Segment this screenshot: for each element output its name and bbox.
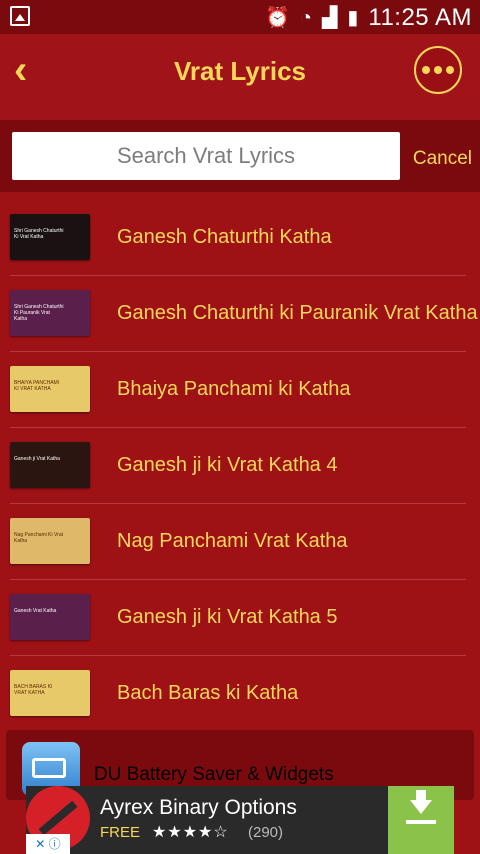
list-item-label: Ganesh Chaturthi Katha: [117, 226, 332, 248]
battery-icon: ▮: [347, 7, 359, 29]
thumbnail-text: BACH BARAS KI VRAT KATHA: [14, 684, 53, 696]
thumbnail-text: Nag Panchami Ki Vrat Katha: [14, 532, 64, 544]
cancel-button[interactable]: Cancel: [413, 148, 472, 170]
ad-card-text: DU Battery Saver & Widgets: [94, 764, 334, 785]
thumbnail-text: BHAIYA PANCHAMI KI VRAT KATHA: [14, 380, 60, 392]
status-bar: ⏰ ◔ ▟ ▮ 11:25 AM: [0, 0, 480, 34]
katha-thumbnail: Nag Panchami Ki Vrat Katha: [10, 518, 90, 564]
list-item[interactable]: Shri Ganesh Chaturthi Ki Vrat Katha Ganes…: [10, 200, 466, 276]
list-item[interactable]: Ganesh ji Vrat Katha Ganesh ji ki Vrat Ka…: [10, 428, 466, 504]
list-item[interactable]: BHAIYA PANCHAMI KI VRAT KATHA Bhaiya Panc…: [10, 352, 466, 428]
thumbnail-text: Ganesh Vrat Katha: [14, 608, 57, 614]
katha-list: Shri Ganesh Chaturthi Ki Vrat Katha Ganes…: [0, 200, 480, 732]
download-icon: [410, 800, 432, 814]
app-bar: ‹ Vrat Lyrics: [0, 34, 480, 120]
page-title: Vrat Lyrics: [173, 56, 306, 86]
list-item-label: Nag Panchami Vrat Katha: [117, 530, 348, 552]
banner-price: FREE: [100, 824, 141, 841]
list-item[interactable]: Shri Ganesh Chaturthi Ki Pauranik Vrat K…: [10, 276, 478, 352]
banner-title: Ayrex Binary Options: [100, 796, 297, 819]
download-button[interactable]: [388, 786, 454, 854]
thumbnail-text: Shri Ganesh Chaturthi Ki Vrat Katha: [14, 228, 64, 240]
search-input[interactable]: [12, 132, 400, 180]
thumbnail-text: Shri Ganesh Chaturthi Ki Pauranik Vrat K…: [14, 304, 64, 322]
katha-thumbnail: Ganesh ji Vrat Katha: [10, 442, 90, 488]
list-item-label: Bach Baras ki Katha: [117, 682, 299, 704]
search-bar: Cancel: [0, 120, 480, 192]
list-item[interactable]: Nag Panchami Ki Vrat Katha Nag Panchami V…: [10, 504, 466, 580]
alarm-icon: ⏰: [264, 7, 290, 29]
list-item-label: Ganesh ji ki Vrat Katha 5: [117, 606, 338, 628]
status-time: 11:25 AM: [368, 4, 472, 31]
image-icon: [10, 6, 30, 26]
list-item-label: Ganesh Chaturthi ki Pauranik Vrat Katha: [117, 302, 478, 324]
katha-thumbnail: Ganesh Vrat Katha: [10, 594, 90, 640]
adchoices-icon[interactable]: ✕ ⓘ: [26, 834, 70, 854]
banner-rating-count: (290): [248, 824, 284, 841]
more-options-button[interactable]: [414, 46, 462, 94]
katha-thumbnail: BHAIYA PANCHAMI KI VRAT KATHA: [10, 366, 90, 412]
thumbnail-text: Ganesh ji Vrat Katha: [14, 456, 60, 462]
list-item[interactable]: Ganesh Vrat Katha Ganesh ji ki Vrat Katha…: [10, 580, 466, 656]
katha-thumbnail: Shri Ganesh Chaturthi Ki Vrat Katha: [10, 214, 90, 260]
signal-icon: ▟: [321, 7, 338, 29]
banner-ad[interactable]: Ayrex Binary Options FREE ★★★★☆ (290): [26, 786, 454, 854]
banner-stars: ★★★★☆: [152, 824, 229, 841]
katha-thumbnail: Shri Ganesh Chaturthi Ki Pauranik Vrat K…: [10, 290, 90, 336]
katha-thumbnail: BACH BARAS KI VRAT KATHA: [10, 670, 90, 716]
list-item-label: Ganesh ji ki Vrat Katha 4: [117, 454, 338, 476]
list-item[interactable]: BACH BARAS KI VRAT KATHA Bach Baras ki Ka…: [10, 656, 466, 732]
more-dots-icon: [422, 66, 430, 74]
list-item-label: Bhaiya Panchami ki Katha: [117, 378, 351, 400]
wifi-icon: ◔: [299, 7, 312, 29]
